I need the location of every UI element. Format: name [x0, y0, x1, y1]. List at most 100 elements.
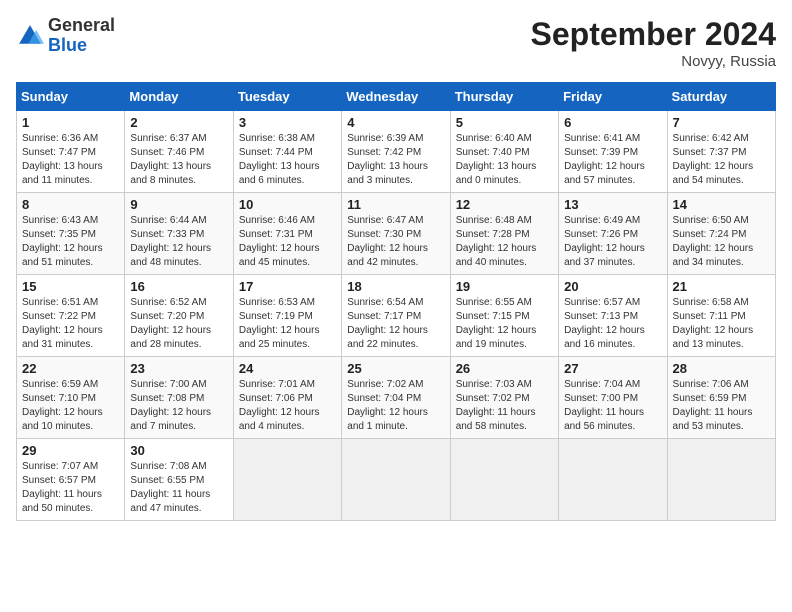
day-detail: Sunrise: 7:02 AM Sunset: 7:04 PM Dayligh…: [347, 378, 444, 434]
calendar-cell: 26 Sunrise: 7:03 AM Sunset: 7:02 PM Dayl…: [450, 357, 558, 439]
day-number: 25: [347, 361, 444, 376]
col-wednesday: Wednesday: [342, 83, 450, 111]
day-number: 23: [130, 361, 227, 376]
calendar-cell: 14 Sunrise: 6:50 AM Sunset: 7:24 PM Dayl…: [667, 193, 775, 275]
day-number: 30: [130, 443, 227, 458]
day-detail: Sunrise: 6:57 AM Sunset: 7:13 PM Dayligh…: [564, 296, 661, 352]
day-detail: Sunrise: 6:49 AM Sunset: 7:26 PM Dayligh…: [564, 214, 661, 270]
calendar-cell: [667, 439, 775, 521]
logo-text: General Blue: [48, 16, 115, 56]
day-number: 4: [347, 115, 444, 130]
calendar-cell: 4 Sunrise: 6:39 AM Sunset: 7:42 PM Dayli…: [342, 111, 450, 193]
calendar-cell: [233, 439, 341, 521]
day-detail: Sunrise: 7:06 AM Sunset: 6:59 PM Dayligh…: [673, 378, 770, 434]
day-detail: Sunrise: 6:40 AM Sunset: 7:40 PM Dayligh…: [456, 132, 553, 188]
calendar-table: Sunday Monday Tuesday Wednesday Thursday…: [16, 82, 776, 521]
calendar-cell: 25 Sunrise: 7:02 AM Sunset: 7:04 PM Dayl…: [342, 357, 450, 439]
col-monday: Monday: [125, 83, 233, 111]
calendar-cell: 7 Sunrise: 6:42 AM Sunset: 7:37 PM Dayli…: [667, 111, 775, 193]
calendar-cell: 17 Sunrise: 6:53 AM Sunset: 7:19 PM Dayl…: [233, 275, 341, 357]
day-number: 9: [130, 197, 227, 212]
day-detail: Sunrise: 6:50 AM Sunset: 7:24 PM Dayligh…: [673, 214, 770, 270]
calendar-row: 8 Sunrise: 6:43 AM Sunset: 7:35 PM Dayli…: [17, 193, 776, 275]
calendar-cell: 23 Sunrise: 7:00 AM Sunset: 7:08 PM Dayl…: [125, 357, 233, 439]
day-detail: Sunrise: 6:46 AM Sunset: 7:31 PM Dayligh…: [239, 214, 336, 270]
day-number: 15: [22, 279, 119, 294]
day-detail: Sunrise: 6:58 AM Sunset: 7:11 PM Dayligh…: [673, 296, 770, 352]
calendar-cell: 29 Sunrise: 7:07 AM Sunset: 6:57 PM Dayl…: [17, 439, 125, 521]
day-number: 27: [564, 361, 661, 376]
day-number: 19: [456, 279, 553, 294]
calendar-cell: 1 Sunrise: 6:36 AM Sunset: 7:47 PM Dayli…: [17, 111, 125, 193]
day-number: 22: [22, 361, 119, 376]
title-area: September 2024 Novyy, Russia: [531, 16, 776, 70]
calendar-cell: 11 Sunrise: 6:47 AM Sunset: 7:30 PM Dayl…: [342, 193, 450, 275]
day-number: 8: [22, 197, 119, 212]
day-detail: Sunrise: 6:48 AM Sunset: 7:28 PM Dayligh…: [456, 214, 553, 270]
day-detail: Sunrise: 7:04 AM Sunset: 7:00 PM Dayligh…: [564, 378, 661, 434]
calendar-cell: 16 Sunrise: 6:52 AM Sunset: 7:20 PM Dayl…: [125, 275, 233, 357]
calendar-cell: 8 Sunrise: 6:43 AM Sunset: 7:35 PM Dayli…: [17, 193, 125, 275]
day-number: 14: [673, 197, 770, 212]
col-sunday: Sunday: [17, 83, 125, 111]
day-detail: Sunrise: 6:51 AM Sunset: 7:22 PM Dayligh…: [22, 296, 119, 352]
day-detail: Sunrise: 6:59 AM Sunset: 7:10 PM Dayligh…: [22, 378, 119, 434]
calendar-cell: 20 Sunrise: 6:57 AM Sunset: 7:13 PM Dayl…: [559, 275, 667, 357]
day-number: 2: [130, 115, 227, 130]
day-detail: Sunrise: 7:01 AM Sunset: 7:06 PM Dayligh…: [239, 378, 336, 434]
day-number: 13: [564, 197, 661, 212]
day-number: 20: [564, 279, 661, 294]
calendar-row: 29 Sunrise: 7:07 AM Sunset: 6:57 PM Dayl…: [17, 439, 776, 521]
day-number: 3: [239, 115, 336, 130]
page-header: General Blue September 2024 Novyy, Russi…: [16, 16, 776, 70]
col-friday: Friday: [559, 83, 667, 111]
day-number: 29: [22, 443, 119, 458]
calendar-cell: 21 Sunrise: 6:58 AM Sunset: 7:11 PM Dayl…: [667, 275, 775, 357]
calendar-cell: [342, 439, 450, 521]
col-saturday: Saturday: [667, 83, 775, 111]
day-detail: Sunrise: 6:41 AM Sunset: 7:39 PM Dayligh…: [564, 132, 661, 188]
day-detail: Sunrise: 6:42 AM Sunset: 7:37 PM Dayligh…: [673, 132, 770, 188]
day-number: 1: [22, 115, 119, 130]
calendar-cell: 28 Sunrise: 7:06 AM Sunset: 6:59 PM Dayl…: [667, 357, 775, 439]
calendar-cell: 10 Sunrise: 6:46 AM Sunset: 7:31 PM Dayl…: [233, 193, 341, 275]
day-detail: Sunrise: 6:43 AM Sunset: 7:35 PM Dayligh…: [22, 214, 119, 270]
day-detail: Sunrise: 6:54 AM Sunset: 7:17 PM Dayligh…: [347, 296, 444, 352]
calendar-cell: 15 Sunrise: 6:51 AM Sunset: 7:22 PM Dayl…: [17, 275, 125, 357]
day-detail: Sunrise: 6:39 AM Sunset: 7:42 PM Dayligh…: [347, 132, 444, 188]
calendar-cell: 30 Sunrise: 7:08 AM Sunset: 6:55 PM Dayl…: [125, 439, 233, 521]
day-detail: Sunrise: 6:55 AM Sunset: 7:15 PM Dayligh…: [456, 296, 553, 352]
day-detail: Sunrise: 7:08 AM Sunset: 6:55 PM Dayligh…: [130, 460, 227, 516]
day-number: 12: [456, 197, 553, 212]
col-thursday: Thursday: [450, 83, 558, 111]
day-number: 17: [239, 279, 336, 294]
day-detail: Sunrise: 7:03 AM Sunset: 7:02 PM Dayligh…: [456, 378, 553, 434]
calendar-cell: 5 Sunrise: 6:40 AM Sunset: 7:40 PM Dayli…: [450, 111, 558, 193]
day-number: 7: [673, 115, 770, 130]
day-number: 6: [564, 115, 661, 130]
calendar-cell: 22 Sunrise: 6:59 AM Sunset: 7:10 PM Dayl…: [17, 357, 125, 439]
day-number: 24: [239, 361, 336, 376]
day-number: 16: [130, 279, 227, 294]
calendar-cell: [559, 439, 667, 521]
calendar-cell: 6 Sunrise: 6:41 AM Sunset: 7:39 PM Dayli…: [559, 111, 667, 193]
logo: General Blue: [16, 16, 115, 56]
calendar-header-row: Sunday Monday Tuesday Wednesday Thursday…: [17, 83, 776, 111]
day-number: 10: [239, 197, 336, 212]
calendar-cell: 18 Sunrise: 6:54 AM Sunset: 7:17 PM Dayl…: [342, 275, 450, 357]
day-detail: Sunrise: 6:47 AM Sunset: 7:30 PM Dayligh…: [347, 214, 444, 270]
calendar-cell: 13 Sunrise: 6:49 AM Sunset: 7:26 PM Dayl…: [559, 193, 667, 275]
month-title: September 2024: [531, 16, 776, 53]
calendar-cell: 19 Sunrise: 6:55 AM Sunset: 7:15 PM Dayl…: [450, 275, 558, 357]
day-number: 11: [347, 197, 444, 212]
day-number: 5: [456, 115, 553, 130]
day-number: 18: [347, 279, 444, 294]
day-detail: Sunrise: 6:36 AM Sunset: 7:47 PM Dayligh…: [22, 132, 119, 188]
day-detail: Sunrise: 6:53 AM Sunset: 7:19 PM Dayligh…: [239, 296, 336, 352]
day-detail: Sunrise: 6:52 AM Sunset: 7:20 PM Dayligh…: [130, 296, 227, 352]
calendar-cell: [450, 439, 558, 521]
logo-icon: [16, 22, 44, 50]
day-number: 26: [456, 361, 553, 376]
calendar-cell: 24 Sunrise: 7:01 AM Sunset: 7:06 PM Dayl…: [233, 357, 341, 439]
calendar-cell: 27 Sunrise: 7:04 AM Sunset: 7:00 PM Dayl…: [559, 357, 667, 439]
